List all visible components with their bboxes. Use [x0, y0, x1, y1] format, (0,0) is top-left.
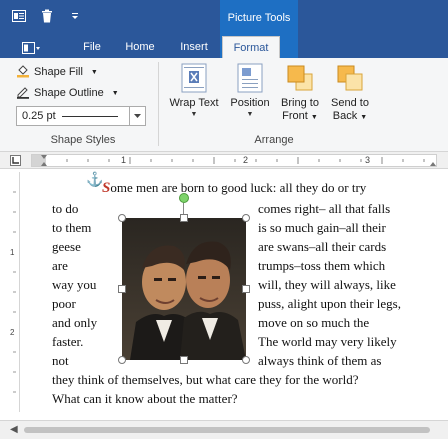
ruler-mark-1: 1 — [121, 155, 127, 165]
chevron-down-icon[interactable] — [129, 107, 145, 125]
position-label: Position — [230, 97, 270, 109]
vruler-mark-1: 1 — [10, 248, 15, 257]
arrange-group-label: Arrange — [254, 134, 294, 146]
bring-to-label-1: Bring to — [281, 97, 319, 109]
tab-file[interactable]: File — [74, 36, 110, 58]
chevron-down-icon: ▼ — [190, 111, 198, 118]
first-line-text: ome men are born to good luck: all they … — [110, 180, 367, 195]
shape-fill-label: Shape Fill — [34, 66, 83, 78]
resize-handle-top[interactable] — [180, 214, 188, 222]
shape-fill-button[interactable]: Shape Fill ▼ — [16, 63, 98, 81]
resize-handle-left[interactable] — [118, 285, 126, 293]
right-text-line: trumps–toss them which — [258, 258, 386, 273]
position-icon — [234, 62, 266, 94]
right-text-line: is so much gain–all their — [258, 220, 386, 235]
context-title: Picture Tools — [220, 0, 298, 36]
rotation-handle[interactable] — [179, 193, 189, 203]
ribbon-tab-strip: File Home Insert Format — [0, 36, 448, 58]
resize-handle-top-left[interactable] — [118, 214, 126, 222]
horizontal-ruler: 1 2 3 — [0, 152, 448, 169]
send-to-label-2: Back ▼ — [332, 110, 368, 122]
left-text-line: way you — [52, 277, 97, 292]
tab-insert[interactable]: Insert — [172, 36, 216, 58]
right-text-line: always think of them as — [258, 353, 382, 368]
bring-to-label-2: Front ▼ — [282, 110, 318, 122]
send-to-back-icon — [334, 62, 366, 94]
full-text-line: What can it know about the matter? — [52, 391, 238, 406]
app-menu-icon[interactable] — [10, 7, 28, 25]
shape-outline-button[interactable]: Shape Outline ▼ — [16, 84, 119, 102]
rotation-connector — [183, 203, 184, 214]
paragraph-first-line: Some men are born to good luck: all they… — [102, 180, 366, 196]
chevron-down-icon: ▼ — [111, 89, 119, 97]
ruler-mark-3: 3 — [365, 155, 371, 165]
trash-icon[interactable] — [38, 7, 56, 25]
paint-bucket-icon — [16, 64, 30, 81]
right-text-line: The world may very likely — [258, 334, 397, 349]
ruler-track[interactable]: 1 2 3 — [31, 154, 437, 167]
left-text-line: to them — [52, 220, 92, 235]
resize-handle-top-right[interactable] — [242, 214, 250, 222]
chevron-down-icon: ▼ — [90, 68, 98, 76]
customize-dropdown-icon[interactable] — [66, 7, 84, 25]
backstage-icon[interactable] — [14, 39, 48, 56]
horizontal-scrollbar[interactable]: ◀ — [0, 420, 448, 439]
right-text-line: move on so much the — [258, 315, 370, 330]
left-text-line: to do — [52, 201, 79, 216]
right-text-line: puss, alight upon their legs, — [258, 296, 401, 311]
left-text-line: and only — [52, 315, 98, 330]
send-to-label-1: Send to — [331, 97, 369, 109]
left-text-line: poor — [52, 296, 76, 311]
line-preview — [62, 115, 118, 117]
shape-styles-group-label: Shape Styles — [50, 134, 116, 146]
left-text-line: faster. — [52, 334, 84, 349]
selected-picture[interactable] — [118, 193, 250, 364]
bring-to-front-icon — [284, 62, 316, 94]
wrap-text-button[interactable]: Wrap Text ▼ — [166, 62, 222, 132]
bring-to-front-button[interactable]: Bring to Front ▼ — [272, 62, 328, 132]
tab-format[interactable]: Format — [222, 36, 280, 58]
line-weight-value: 0.25 pt — [22, 110, 56, 122]
scroll-left-icon[interactable]: ◀ — [10, 424, 18, 435]
ribbon-panel: Shape Fill ▼ Shape Outline ▼ 0.25 pt Sha… — [0, 58, 448, 152]
right-text-line: are swans–all their cards — [258, 239, 387, 254]
left-text-line: not — [52, 353, 69, 368]
pencil-icon — [16, 85, 30, 102]
title-bar: Picture Tools — [0, 0, 448, 36]
right-text-line: will, they will always, like — [258, 277, 396, 292]
left-text-line: are — [52, 258, 68, 273]
right-text-line: comes right– all that falls — [258, 201, 391, 216]
resize-handle-bottom[interactable] — [180, 356, 188, 364]
chevron-down-icon: ▼ — [246, 111, 254, 118]
resize-handle-bottom-right[interactable] — [242, 356, 250, 364]
wrap-text-label: Wrap Text — [169, 97, 219, 109]
tab-stop-selector[interactable] — [10, 155, 21, 166]
line-weight-combo[interactable]: 0.25 pt — [16, 106, 146, 126]
vruler-mark-2: 2 — [10, 328, 15, 337]
resize-handle-right[interactable] — [242, 285, 250, 293]
anchor-icon: ⚓ — [86, 173, 104, 188]
vertical-ruler: 1 2 — [9, 172, 20, 412]
tab-home[interactable]: Home — [118, 36, 162, 58]
full-text-line: they think of themselves, but what care … — [52, 372, 359, 387]
group-separator — [158, 62, 159, 146]
wrap-text-icon — [178, 62, 210, 94]
send-to-back-button[interactable]: Send to Back ▼ — [322, 62, 378, 132]
scroll-thumb[interactable] — [24, 427, 430, 433]
position-button[interactable]: Position ▼ — [222, 62, 278, 132]
resize-handle-bottom-left[interactable] — [118, 356, 126, 364]
shape-outline-label: Shape Outline — [34, 87, 104, 99]
left-text-line: geese — [52, 239, 81, 254]
ruler-mark-2: 2 — [243, 155, 249, 165]
portrait-image — [122, 218, 246, 360]
